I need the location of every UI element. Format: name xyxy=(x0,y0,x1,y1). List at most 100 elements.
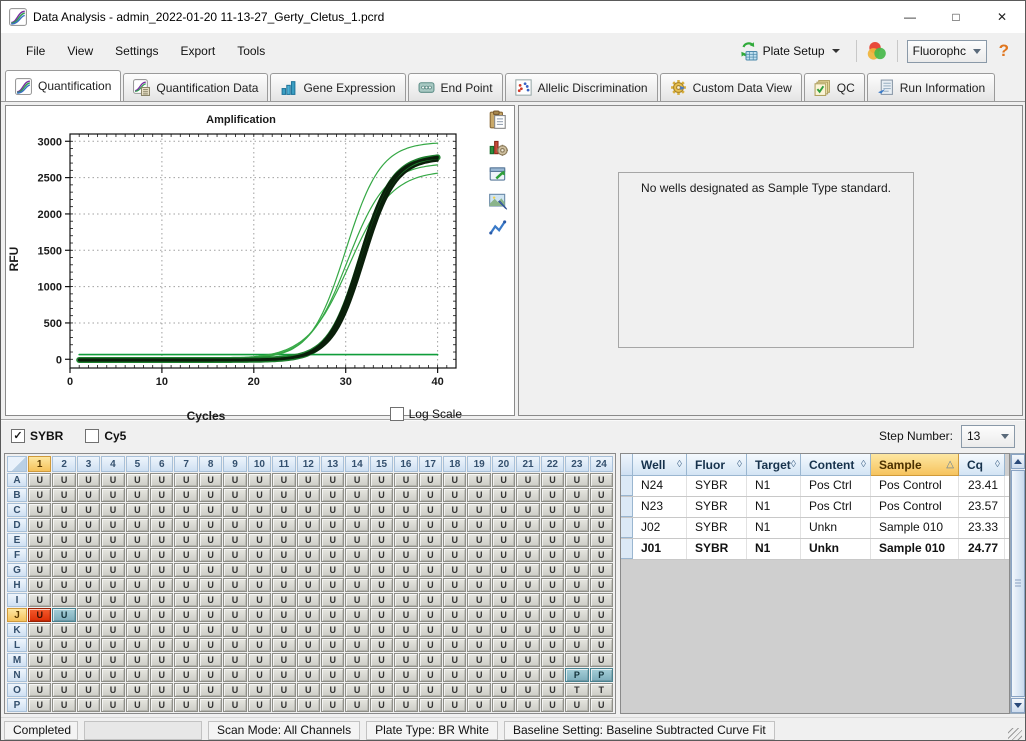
well-E10[interactable]: U xyxy=(247,533,272,547)
well-F15[interactable]: U xyxy=(369,548,394,562)
well-H19[interactable]: U xyxy=(467,578,491,592)
well-H1[interactable]: U xyxy=(28,578,52,592)
well-F16[interactable]: U xyxy=(394,548,418,562)
well-D10[interactable]: U xyxy=(247,518,272,532)
well-O6[interactable]: U xyxy=(150,683,174,697)
export-chart-icon[interactable] xyxy=(488,164,508,184)
well-L17[interactable]: U xyxy=(418,638,443,652)
well-N19[interactable]: U xyxy=(467,668,491,682)
well-E22[interactable]: U xyxy=(540,533,565,547)
well-N3[interactable]: U xyxy=(76,668,101,682)
well-H18[interactable]: U xyxy=(443,578,467,592)
well-C15[interactable]: U xyxy=(369,503,394,517)
well-H24[interactable]: U xyxy=(589,578,613,592)
well-N5[interactable]: U xyxy=(125,668,150,682)
plate-row-header-M[interactable]: M xyxy=(7,653,27,667)
well-D5[interactable]: U xyxy=(125,518,150,532)
well-E16[interactable]: U xyxy=(394,533,418,547)
log-scale-checkbox[interactable] xyxy=(389,407,404,421)
well-N1[interactable]: U xyxy=(28,668,52,682)
well-I18[interactable]: U xyxy=(443,593,467,607)
well-D18[interactable]: U xyxy=(443,518,467,532)
tab-gene-expression[interactable]: Gene Expression xyxy=(270,73,406,101)
tab-end-point[interactable]: End Point xyxy=(407,73,503,101)
plate-column-header-19[interactable]: 19 xyxy=(467,456,491,472)
plate-column-header-7[interactable]: 7 xyxy=(174,456,198,472)
well-D16[interactable]: U xyxy=(394,518,418,532)
well-I6[interactable]: U xyxy=(150,593,174,607)
well-L24[interactable]: U xyxy=(589,638,613,652)
well-K21[interactable]: U xyxy=(516,623,540,637)
well-G2[interactable]: U xyxy=(52,563,76,577)
well-B6[interactable]: U xyxy=(150,488,174,502)
well-F6[interactable]: U xyxy=(150,548,174,562)
well-E19[interactable]: U xyxy=(467,533,491,547)
well-G10[interactable]: U xyxy=(247,563,272,577)
well-D21[interactable]: U xyxy=(516,518,540,532)
well-C3[interactable]: U xyxy=(76,503,101,517)
well-P18[interactable]: U xyxy=(443,698,467,712)
well-J19[interactable]: U xyxy=(467,608,491,622)
well-D4[interactable]: U xyxy=(101,518,125,532)
well-B5[interactable]: U xyxy=(125,488,150,502)
well-B22[interactable]: U xyxy=(540,488,565,502)
well-K1[interactable]: U xyxy=(28,623,52,637)
table-column-header-target[interactable]: Target ◊ xyxy=(747,454,801,476)
well-E9[interactable]: U xyxy=(223,533,247,547)
well-P10[interactable]: U xyxy=(247,698,272,712)
well-M4[interactable]: U xyxy=(101,653,125,667)
well-O19[interactable]: U xyxy=(467,683,491,697)
plate-row-header-I[interactable]: I xyxy=(7,593,27,607)
well-H4[interactable]: U xyxy=(101,578,125,592)
plate-column-header-18[interactable]: 18 xyxy=(443,456,467,472)
well-O4[interactable]: U xyxy=(101,683,125,697)
plate-row-header-L[interactable]: L xyxy=(7,638,27,652)
well-C17[interactable]: U xyxy=(418,503,443,517)
scrollbar-thumb[interactable] xyxy=(1011,470,1025,697)
well-B20[interactable]: U xyxy=(491,488,516,502)
well-B16[interactable]: U xyxy=(394,488,418,502)
well-D9[interactable]: U xyxy=(223,518,247,532)
well-O9[interactable]: U xyxy=(223,683,247,697)
well-G19[interactable]: U xyxy=(467,563,491,577)
step-number-select[interactable]: 13 xyxy=(961,424,1015,448)
sort-diamond-icon[interactable]: ◊ xyxy=(677,459,682,470)
well-I10[interactable]: U xyxy=(247,593,272,607)
well-F23[interactable]: U xyxy=(565,548,589,562)
well-L1[interactable]: U xyxy=(28,638,52,652)
plate-setup-button[interactable]: Plate Setup xyxy=(731,37,847,65)
well-O3[interactable]: U xyxy=(76,683,101,697)
well-P24[interactable]: U xyxy=(589,698,613,712)
well-P5[interactable]: U xyxy=(125,698,150,712)
well-N22[interactable]: U xyxy=(540,668,565,682)
well-F13[interactable]: U xyxy=(320,548,345,562)
well-K3[interactable]: U xyxy=(76,623,101,637)
well-G5[interactable]: U xyxy=(125,563,150,577)
well-M12[interactable]: U xyxy=(296,653,320,667)
menu-tools[interactable]: Tools xyxy=(226,39,276,63)
well-J12[interactable]: U xyxy=(296,608,320,622)
well-M3[interactable]: U xyxy=(76,653,101,667)
well-K15[interactable]: U xyxy=(369,623,394,637)
well-H14[interactable]: U xyxy=(345,578,369,592)
amplification-chart[interactable]: 0 10 20 30 40 0 500 1000 1500 2000 2500 3000 xyxy=(6,122,478,390)
well-B1[interactable]: U xyxy=(28,488,52,502)
plate-column-header-4[interactable]: 4 xyxy=(101,456,125,472)
well-F7[interactable]: U xyxy=(174,548,198,562)
well-L14[interactable]: U xyxy=(345,638,369,652)
well-J11[interactable]: U xyxy=(272,608,296,622)
well-J3[interactable]: U xyxy=(76,608,101,622)
well-M1[interactable]: U xyxy=(28,653,52,667)
well-A10[interactable]: U xyxy=(247,473,272,487)
well-L5[interactable]: U xyxy=(125,638,150,652)
well-I14[interactable]: U xyxy=(345,593,369,607)
well-O24[interactable]: T xyxy=(589,683,613,697)
well-A21[interactable]: U xyxy=(516,473,540,487)
well-B2[interactable]: U xyxy=(52,488,76,502)
well-D1[interactable]: U xyxy=(28,518,52,532)
well-M8[interactable]: U xyxy=(198,653,223,667)
plate-row-header-G[interactable]: G xyxy=(7,563,27,577)
well-J22[interactable]: U xyxy=(540,608,565,622)
table-column-header-well[interactable]: Well ◊ xyxy=(633,454,687,476)
well-A23[interactable]: U xyxy=(565,473,589,487)
